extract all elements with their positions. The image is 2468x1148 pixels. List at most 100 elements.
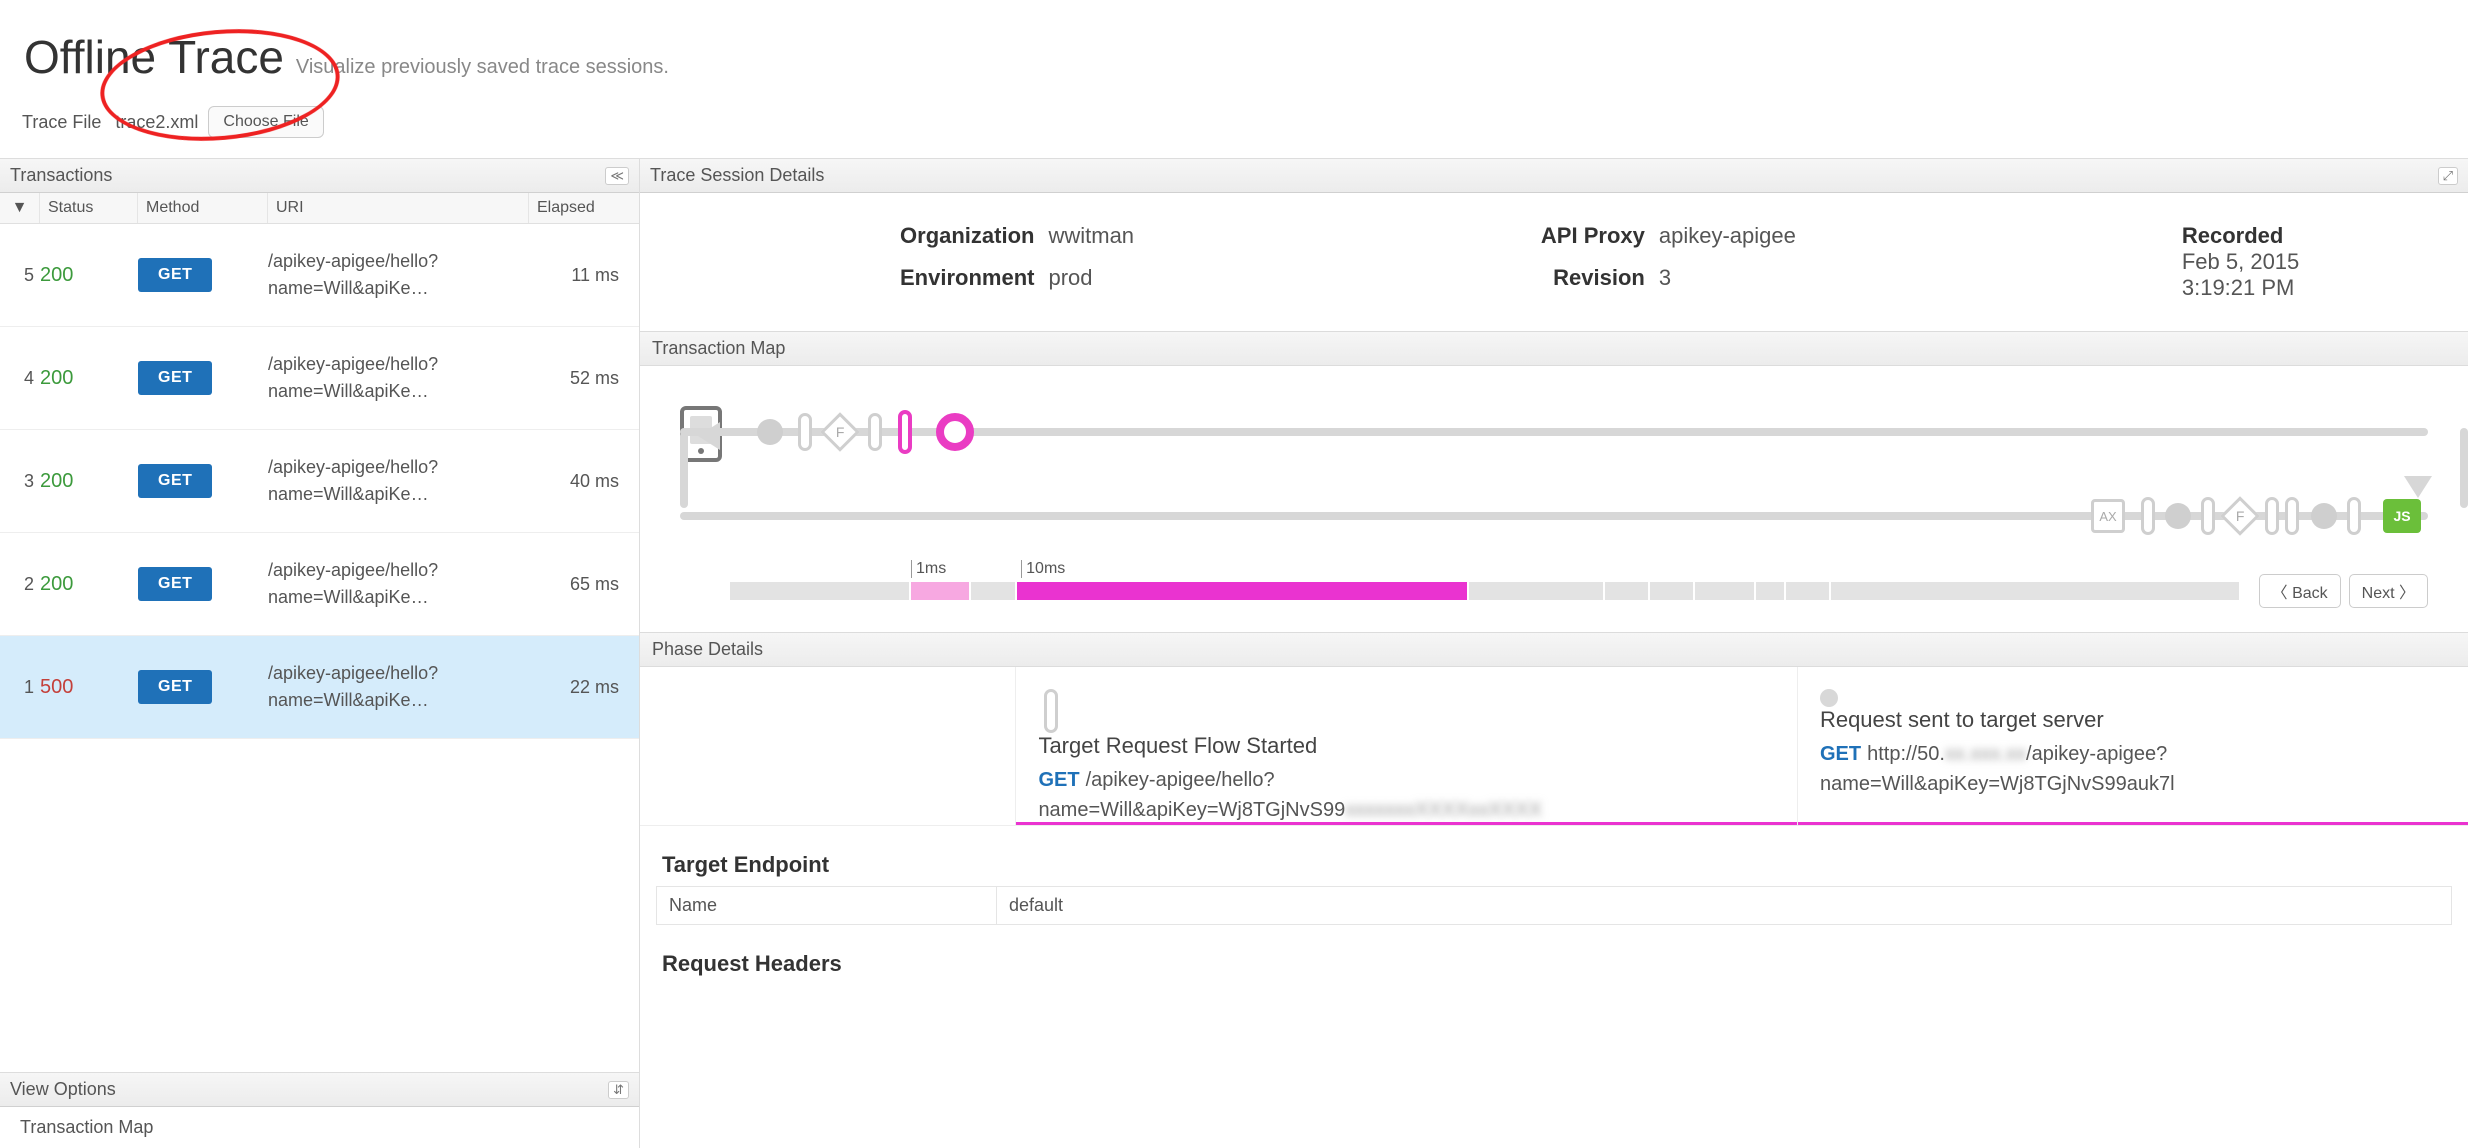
flow-node-ax[interactable]: AX [2091, 499, 2125, 533]
flow-node[interactable] [2285, 497, 2299, 535]
trace-session-details-heading: Trace Session Details [650, 165, 824, 186]
status-code: 200 [40, 470, 138, 493]
status-code: 200 [40, 264, 138, 287]
method-pill: GET [138, 670, 212, 704]
method-cell: GET [138, 258, 268, 292]
timing-track[interactable]: 1ms 10ms [730, 582, 2239, 600]
flow-node[interactable] [2347, 497, 2361, 535]
flow-node[interactable] [2141, 497, 2155, 535]
flow-node[interactable] [757, 419, 783, 445]
environment-value: prod [1048, 265, 1532, 291]
view-options-heading: View Options [10, 1079, 116, 1100]
method-cell: GET [138, 361, 268, 395]
transaction-row[interactable]: 1500GET/apikey-apigee/hello?name=Will&ap… [0, 636, 639, 739]
phase-title: Request sent to target server [1820, 707, 2446, 733]
uri-cell: /apikey-apigee/hello?name=Will&apiKe… [268, 660, 529, 714]
api-proxy-value: apikey-apigee [1659, 223, 2174, 249]
row-index: 2 [0, 574, 40, 595]
flow-node[interactable] [2165, 503, 2191, 529]
flow-node[interactable] [868, 413, 882, 451]
revision-value: 3 [1659, 265, 2174, 291]
request-uri: /apikey-apigee/hello?name=Will&apiKey=Wj… [1038, 769, 1345, 821]
method-cell: GET [138, 464, 268, 498]
uri-cell: /apikey-apigee/hello?name=Will&apiKe… [268, 351, 529, 405]
timing-label-1ms: 1ms [911, 560, 946, 578]
flow-node-selected[interactable] [936, 413, 974, 451]
target-endpoint-value: default [997, 887, 2451, 924]
col-header-method[interactable]: Method [138, 193, 268, 223]
organization-value: wwitman [1048, 223, 1532, 249]
col-header-uri[interactable]: URI [268, 193, 529, 223]
col-header-status[interactable]: Status [40, 193, 138, 223]
organization-label: Organization [900, 223, 1034, 249]
row-index: 3 [0, 471, 40, 492]
method-pill: GET [138, 361, 212, 395]
next-button[interactable]: Next 〉 [2349, 574, 2428, 608]
recorded-label: Recorded [2182, 223, 2428, 249]
method-pill: GET [138, 464, 212, 498]
choose-file-button[interactable]: Choose File [208, 106, 323, 138]
flow-node[interactable] [2201, 497, 2215, 535]
view-options-toggle[interactable]: ⇵ [608, 1081, 629, 1099]
phase-title: Target Request Flow Started [1038, 733, 1775, 759]
method-cell: GET [138, 567, 268, 601]
elapsed-cell: 11 ms [529, 265, 639, 286]
flow-condition-node[interactable]: F [2220, 496, 2260, 536]
target-endpoint-row: Name default [656, 886, 2452, 925]
method-pill: GET [138, 567, 212, 601]
transaction-row[interactable]: 5200GET/apikey-apigee/hello?name=Will&ap… [0, 224, 639, 327]
row-index: 1 [0, 677, 40, 698]
http-method: GET [1038, 769, 1079, 791]
sort-caret-icon[interactable]: ▼ [0, 193, 40, 223]
elapsed-cell: 52 ms [529, 368, 639, 389]
transaction-map-diagram[interactable]: F AX F [640, 366, 2468, 556]
method-pill: GET [138, 258, 212, 292]
transactions-heading: Transactions [10, 165, 112, 186]
elapsed-cell: 65 ms [529, 574, 639, 595]
back-button[interactable]: 〈 Back [2259, 574, 2341, 608]
target-endpoint-key: Name [657, 887, 997, 924]
uri-cell: /apikey-apigee/hello?name=Will&apiKe… [268, 454, 529, 508]
http-method: GET [1820, 743, 1861, 765]
elapsed-cell: 22 ms [529, 677, 639, 698]
page-subtitle: Visualize previously saved trace session… [296, 56, 669, 78]
collapse-left-panel-button[interactable]: ≪ [605, 167, 629, 185]
flow-node[interactable] [2265, 497, 2279, 535]
target-endpoint-heading: Target Endpoint [662, 852, 2452, 878]
uri-cell: /apikey-apigee/hello?name=Will&apiKe… [268, 557, 529, 611]
recorded-time: 3:19:21 PM [2182, 275, 2428, 301]
status-code: 200 [40, 573, 138, 596]
target-node-icon[interactable]: JS [2383, 499, 2421, 533]
flow-node-active[interactable] [898, 410, 912, 454]
api-proxy-label: API Proxy [1541, 223, 1645, 249]
flow-condition-node[interactable]: F [820, 412, 860, 452]
view-option-transaction-map[interactable]: Transaction Map [0, 1107, 639, 1148]
flow-node[interactable] [2311, 503, 2337, 529]
arrow-left-icon [698, 422, 720, 450]
col-header-elapsed[interactable]: Elapsed [529, 193, 639, 223]
phase-pill-icon [1044, 689, 1058, 733]
revision-label: Revision [1541, 265, 1645, 291]
phase-details-heading: Phase Details [640, 632, 2468, 667]
environment-label: Environment [900, 265, 1034, 291]
expand-right-panel-button[interactable]: ⤢ [2438, 167, 2458, 185]
redacted-text: xx.xxx.xx [1945, 743, 2026, 765]
page-title: Offline Trace [24, 31, 284, 83]
phase-dot-icon [1820, 689, 1838, 707]
status-code: 500 [40, 676, 138, 699]
pipe-connector [2460, 428, 2468, 508]
flow-node[interactable] [798, 413, 812, 451]
method-cell: GET [138, 670, 268, 704]
phase-request-sent-target[interactable]: Request sent to target server GET http://… [1797, 667, 2468, 825]
transaction-row[interactable]: 4200GET/apikey-apigee/hello?name=Will&ap… [0, 327, 639, 430]
transaction-row[interactable]: 3200GET/apikey-apigee/hello?name=Will&ap… [0, 430, 639, 533]
arrow-down-icon [2404, 476, 2432, 498]
status-code: 200 [40, 367, 138, 390]
target-uri-prefix: http://50. [1867, 743, 1945, 765]
row-index: 5 [0, 265, 40, 286]
phase-target-request-flow[interactable]: Target Request Flow Started GET/apikey-a… [1015, 667, 1797, 825]
trace-file-name: trace2.xml [115, 112, 198, 133]
uri-cell: /apikey-apigee/hello?name=Will&apiKe… [268, 248, 529, 302]
recorded-date: Feb 5, 2015 [2182, 249, 2428, 275]
transaction-row[interactable]: 2200GET/apikey-apigee/hello?name=Will&ap… [0, 533, 639, 636]
